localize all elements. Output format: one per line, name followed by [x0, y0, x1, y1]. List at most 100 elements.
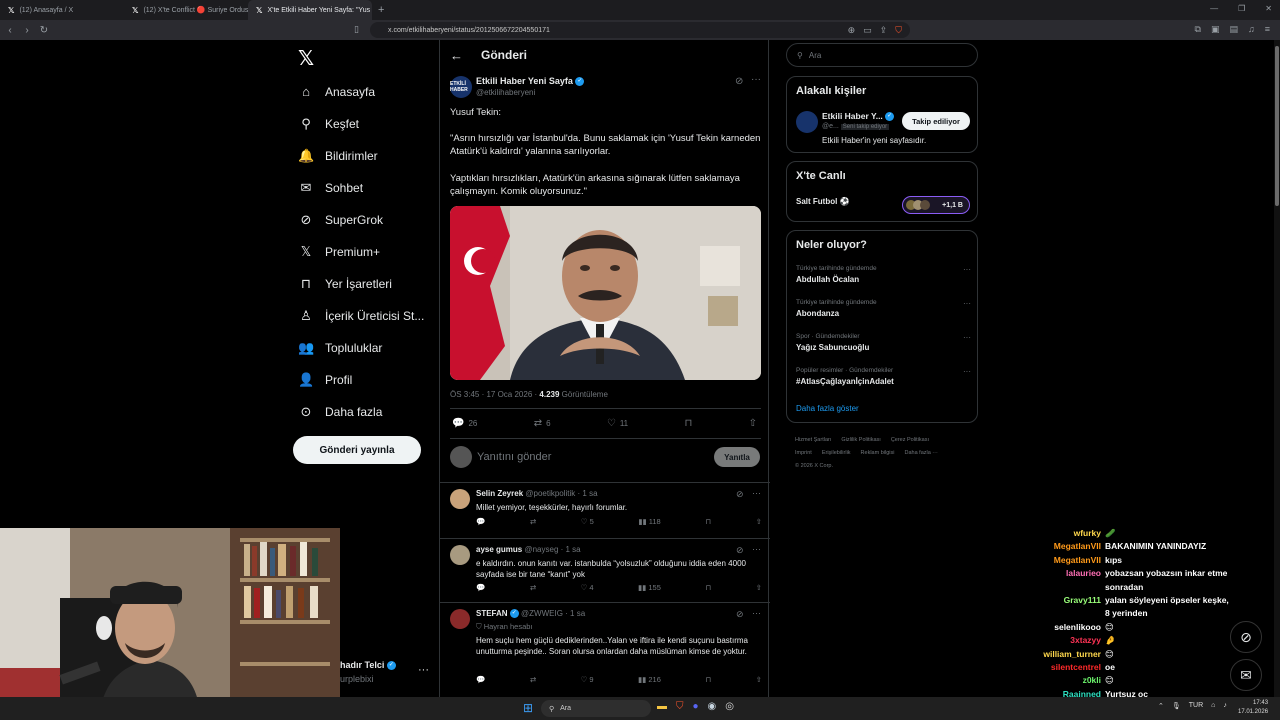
volume-icon[interactable]: ♪	[1223, 702, 1227, 710]
footer-link[interactable]: Daha fazla ···	[904, 450, 937, 456]
comment[interactable]: STEFAN ✓ @ZWWEIG · 1 sa ⛉ Hayran hesabı ⊘ ·…	[440, 602, 770, 702]
repost-action[interactable]: ⇄ 6	[534, 418, 551, 429]
chat-username[interactable]: wfurky	[1030, 527, 1105, 540]
chat-username[interactable]: 3xtazyy	[1030, 634, 1105, 647]
address-bar[interactable]: x.com/etkilihaberyeni/status/20125066722…	[370, 22, 910, 38]
messages-float-button[interactable]: ✉	[1230, 659, 1262, 691]
grok-float-button[interactable]: ⊘	[1230, 621, 1262, 653]
comment[interactable]: ayse gumus ✓ @nayseg · 1 sa ⊘ ··· e kaldırd…	[440, 538, 770, 602]
chat-username[interactable]: silentcentrel	[1030, 661, 1105, 674]
bookmark-icon[interactable]: ⊓	[705, 517, 711, 526]
related-avatar[interactable]	[796, 111, 818, 133]
account-switcher[interactable]: hadır Telci ✓ urplebixi	[340, 660, 396, 684]
grok-icon[interactable]: ⊘	[736, 545, 744, 556]
share-icon[interactable]: ⇧	[756, 583, 762, 592]
wallet-icon[interactable]: ▣	[1211, 24, 1220, 35]
menu-icon[interactable]: ≡	[1265, 24, 1270, 35]
comment-avatar[interactable]	[450, 609, 470, 629]
back-icon[interactable]: ‹	[3, 25, 17, 36]
share-icon[interactable]: ⇧	[756, 675, 762, 684]
related-name[interactable]: Etkili Haber Y... ✓	[822, 111, 895, 122]
bookmark-icon[interactable]: ⊓	[705, 675, 711, 684]
account-more-icon[interactable]: ···	[418, 664, 429, 676]
grok-icon[interactable]: ⊘	[736, 609, 744, 620]
nav-item-search[interactable]: ⚲ Keşfet	[298, 116, 359, 132]
more-options-icon[interactable]: ···	[752, 608, 761, 618]
comment-icon[interactable]: 💬	[476, 583, 485, 592]
comment-header[interactable]: STEFAN ✓ @ZWWEIG · 1 sa	[476, 609, 585, 619]
file-explorer-icon[interactable]: ▬	[657, 701, 667, 712]
browser-tab[interactable]: 𝕏 (12) Anasayfa / X	[0, 0, 124, 20]
footer-link[interactable]: Reklam bilgisi	[861, 450, 895, 456]
views-action[interactable]: ▮▮ 155	[638, 583, 661, 592]
chat-username[interactable]: william_turner	[1030, 648, 1105, 661]
reply-input[interactable]: Yanıtını gönder	[477, 451, 551, 463]
footer-link[interactable]: Imprint	[795, 450, 812, 456]
nav-item-x[interactable]: 𝕏 Premium+	[298, 244, 380, 260]
forward-icon[interactable]: ›	[20, 25, 34, 36]
like-action[interactable]: ♡ 4	[581, 583, 594, 592]
footer-link[interactable]: Gizlilik Politikası	[841, 437, 880, 443]
grok-icon[interactable]: ⊘	[736, 489, 744, 500]
footer-link[interactable]: © 2026 X Corp.	[795, 463, 833, 469]
mic-icon[interactable]: 🎙	[1172, 702, 1181, 710]
more-options-icon[interactable]: ···	[751, 74, 761, 85]
own-avatar[interactable]	[450, 446, 472, 468]
repost-icon[interactable]: ⇄	[530, 517, 536, 526]
steam-icon[interactable]: ◉	[708, 701, 717, 712]
comment-header[interactable]: ayse gumus ✓ @nayseg · 1 sa	[476, 545, 581, 554]
like-action[interactable]: ♡ 11	[607, 418, 628, 429]
tray-chevron-icon[interactable]: ⌃	[1158, 702, 1164, 710]
footer-link[interactable]: Erişilebilirlik	[822, 450, 851, 456]
back-arrow-icon[interactable]: ←	[450, 48, 463, 63]
windows-start-icon[interactable]: ⊞	[523, 701, 533, 715]
media-icon[interactable]: ♫	[1248, 24, 1255, 35]
comment-avatar[interactable]	[450, 489, 470, 509]
bookmark-icon[interactable]: ⊓	[705, 583, 711, 592]
discord-icon[interactable]: ●	[693, 701, 699, 712]
comment-avatar[interactable]	[450, 545, 470, 565]
post-image[interactable]	[450, 206, 761, 380]
taskbar-clock[interactable]: 17:43 17.01.2026	[1238, 699, 1268, 717]
following-button[interactable]: Takip ediliyor	[902, 112, 970, 130]
more-options-icon[interactable]: ···	[963, 367, 971, 376]
footer-link[interactable]: Hizmet Şartları	[795, 437, 831, 443]
comment-icon[interactable]: 💬	[476, 675, 485, 684]
bookmark-page-icon[interactable]: ▯	[354, 24, 359, 35]
network-icon[interactable]: ⌂	[1211, 702, 1215, 710]
app-icon[interactable]: ◎	[725, 701, 734, 712]
search-input[interactable]: ⚲ Ara	[786, 43, 978, 67]
new-tab-button[interactable]: +	[372, 4, 390, 16]
like-action[interactable]: ♡ 5	[581, 517, 594, 526]
taskbar-search[interactable]: ⚲ Ara	[541, 700, 651, 717]
share-action[interactable]: ⇧	[749, 418, 757, 429]
nav-item-communities[interactable]: 👥 Topluluklar	[298, 340, 382, 356]
trend-item[interactable]: Spor · Gündemdekiler Yağız Sabuncuoğlu ···	[796, 333, 971, 352]
minimize-icon[interactable]: —	[1210, 4, 1218, 13]
like-action[interactable]: ♡ 9	[581, 675, 594, 684]
nav-item-home[interactable]: ⌂ Anasayfa	[298, 84, 375, 99]
chat-username[interactable]: Gravy111	[1030, 594, 1105, 621]
bookmark-action[interactable]: ⊓	[684, 418, 692, 429]
brave-shield-icon[interactable]: ⛉	[895, 25, 902, 36]
comment-icon[interactable]: 💬	[476, 517, 485, 526]
trend-item[interactable]: Popüler resimler · Gündemdekiler #AtlasÇa…	[796, 367, 971, 386]
author-avatar[interactable]: ETKİLİ HABER	[450, 76, 472, 98]
live-space-name[interactable]: Salt Futbol ⚽	[796, 197, 850, 206]
repost-icon[interactable]: ⇄	[530, 583, 536, 592]
post-author[interactable]: Etkili Haber Yeni Sayfa ✓	[476, 76, 585, 87]
nav-item-creator[interactable]: ♙ İçerik Üreticisi St...	[298, 308, 424, 324]
share-icon[interactable]: ⇪	[880, 25, 888, 36]
x-logo-icon[interactable]: 𝕏	[298, 46, 314, 71]
scrollbar-thumb[interactable]	[1275, 46, 1279, 206]
views-action[interactable]: ▮▮ 118	[638, 517, 660, 526]
chat-username[interactable]: z0kli	[1030, 674, 1105, 687]
post-button[interactable]: Gönderi yayınla	[293, 436, 421, 464]
nav-item-mail[interactable]: ✉ Sohbet	[298, 180, 364, 196]
chat-username[interactable]: selenlikooo	[1030, 621, 1105, 634]
more-options-icon[interactable]: ···	[963, 333, 971, 342]
restore-icon[interactable]: ❐	[1238, 4, 1245, 13]
nav-item-profile[interactable]: 👤 Profil	[298, 372, 352, 388]
reply-action[interactable]: 💬 26	[452, 418, 477, 429]
show-more-link[interactable]: Daha fazla göster	[796, 404, 859, 413]
